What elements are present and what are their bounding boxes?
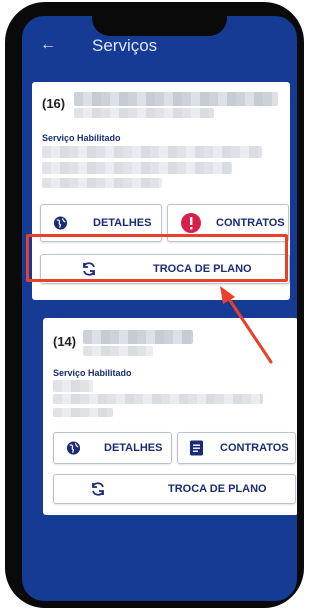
phone-notch [92, 16, 227, 36]
annotation-arrow [220, 286, 273, 364]
